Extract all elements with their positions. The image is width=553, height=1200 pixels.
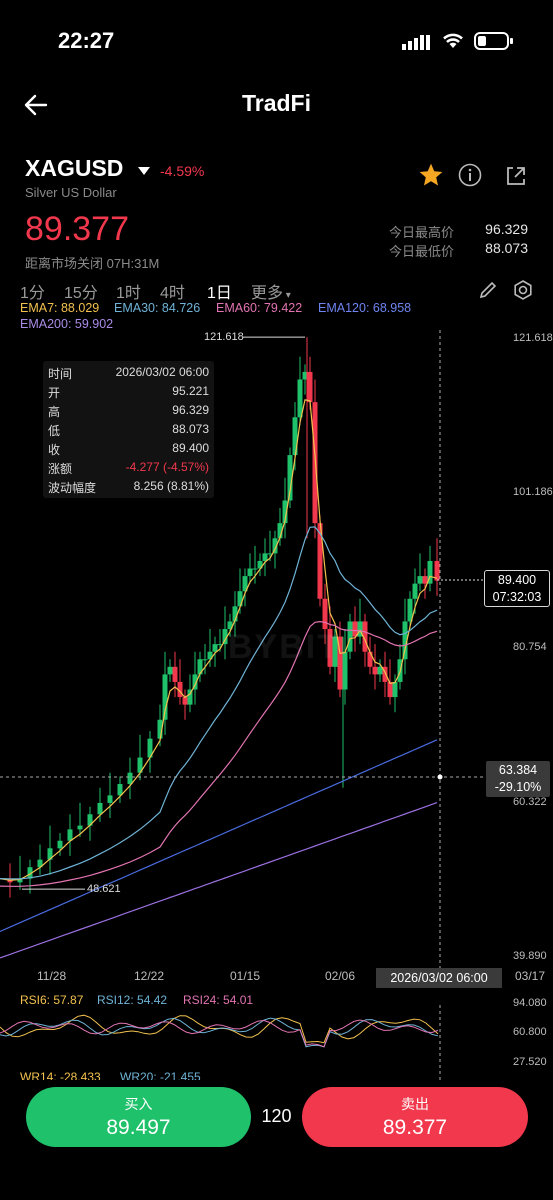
y-tick: 60.322 <box>513 796 547 808</box>
candle-body <box>57 840 63 849</box>
ema200-legend: EMA200: 59.902 <box>20 317 114 331</box>
y-tick: 39.890 <box>513 950 547 962</box>
symbol-selector[interactable]: XAGUSD <box>25 155 123 182</box>
x-tick: 11/28 <box>37 969 67 983</box>
status-time: 22:27 <box>58 28 115 53</box>
ema200-line <box>0 802 438 959</box>
candle-body <box>107 795 113 803</box>
info-icon[interactable] <box>458 163 482 192</box>
min-price-label: 48.621 <box>87 883 121 895</box>
candle-body <box>262 553 268 561</box>
x-tick: 03/17 <box>515 969 546 983</box>
candle-body <box>387 681 393 698</box>
settings-gear-icon[interactable] <box>512 279 534 306</box>
favorite-star-icon[interactable] <box>418 162 444 193</box>
day-high-value: 96.329 <box>485 221 528 237</box>
x-tick: 01/15 <box>230 969 261 983</box>
caret-down-icon: ▾ <box>283 290 291 301</box>
candle-body <box>297 379 303 418</box>
draw-pencil-icon[interactable] <box>478 280 498 305</box>
ema120-line <box>0 739 438 933</box>
share-icon[interactable] <box>504 164 528 193</box>
candle-body <box>252 568 258 570</box>
y-tick: 101.186 <box>513 486 553 498</box>
market-close-countdown: 距离市场关闭 07H:31M <box>25 256 160 271</box>
change-percent: -4.59% <box>160 163 205 179</box>
candle-body <box>182 697 188 705</box>
ema60-legend: EMA60: 79.422 <box>216 301 303 315</box>
candle-body <box>67 829 73 841</box>
day-low-value: 88.073 <box>485 240 528 256</box>
candle-body <box>372 666 378 675</box>
candle-body <box>167 666 173 675</box>
y-tick: 80.754 <box>513 641 547 653</box>
candle-body <box>392 681 398 698</box>
buy-button[interactable]: 买入 89.497 <box>26 1087 251 1147</box>
instrument-name: Silver US Dollar <box>25 185 117 200</box>
last-price: 89.377 <box>25 210 129 248</box>
tab-1h[interactable]: 1时 <box>116 279 141 303</box>
crosshair-date-label: 2026/03/02 06:00 <box>376 968 502 988</box>
candle-body <box>417 576 423 584</box>
caret-down-icon[interactable] <box>138 164 150 182</box>
candle-body <box>307 371 313 403</box>
candle-body <box>367 651 373 667</box>
rsi12-line <box>0 1017 439 1048</box>
ohlc-tooltip: 时间 2026/03/02 06:00 开 95.221 高 96.329 低 88.0… <box>43 361 214 498</box>
crosshair-price-label: 63.384 -29.10% <box>486 761 550 797</box>
y-tick: 121.618 <box>513 332 553 344</box>
spread-value: 120 <box>261 1106 292 1126</box>
candle-body <box>347 621 353 652</box>
candle-body <box>247 568 253 577</box>
signal-icon <box>402 34 432 55</box>
ema120-legend: EMA120: 68.958 <box>318 301 412 315</box>
max-price-label: 121.618 <box>204 331 244 343</box>
last-price-marker: 89.400 07:32:03 <box>484 570 550 607</box>
candle-body <box>77 825 83 830</box>
candle-body <box>412 583 418 599</box>
tab-15m[interactable]: 15分 <box>64 279 98 303</box>
watermark: BYBIT <box>228 628 340 666</box>
x-tick: 02/06 <box>325 969 356 983</box>
candle-body <box>172 666 178 682</box>
candle-body <box>322 598 328 630</box>
battery-icon <box>474 31 514 56</box>
crosshair-dot <box>437 774 443 780</box>
candle-body <box>97 802 103 815</box>
candle-body <box>422 576 428 584</box>
tab-4h[interactable]: 4时 <box>160 279 185 303</box>
x-tick: 12/22 <box>134 969 165 983</box>
sell-button[interactable]: 卖出 89.377 <box>302 1087 528 1147</box>
day-low-label: 今日最低价 <box>389 244 455 259</box>
wifi-icon <box>441 30 465 55</box>
candle-body <box>202 659 208 661</box>
ema7-legend: EMA7: 88.029 <box>20 301 100 315</box>
page-title: TradFi <box>241 90 311 116</box>
candle-body <box>212 644 218 652</box>
ema30-legend: EMA30: 84.726 <box>114 301 201 315</box>
candle-body <box>127 772 133 785</box>
tab-1m[interactable]: 1分 <box>20 279 45 303</box>
tab-1d[interactable]: 1日 <box>207 279 232 303</box>
tab-more[interactable]: 更多 ▾ <box>251 279 291 303</box>
day-high-label: 今日最高价 <box>389 225 455 240</box>
